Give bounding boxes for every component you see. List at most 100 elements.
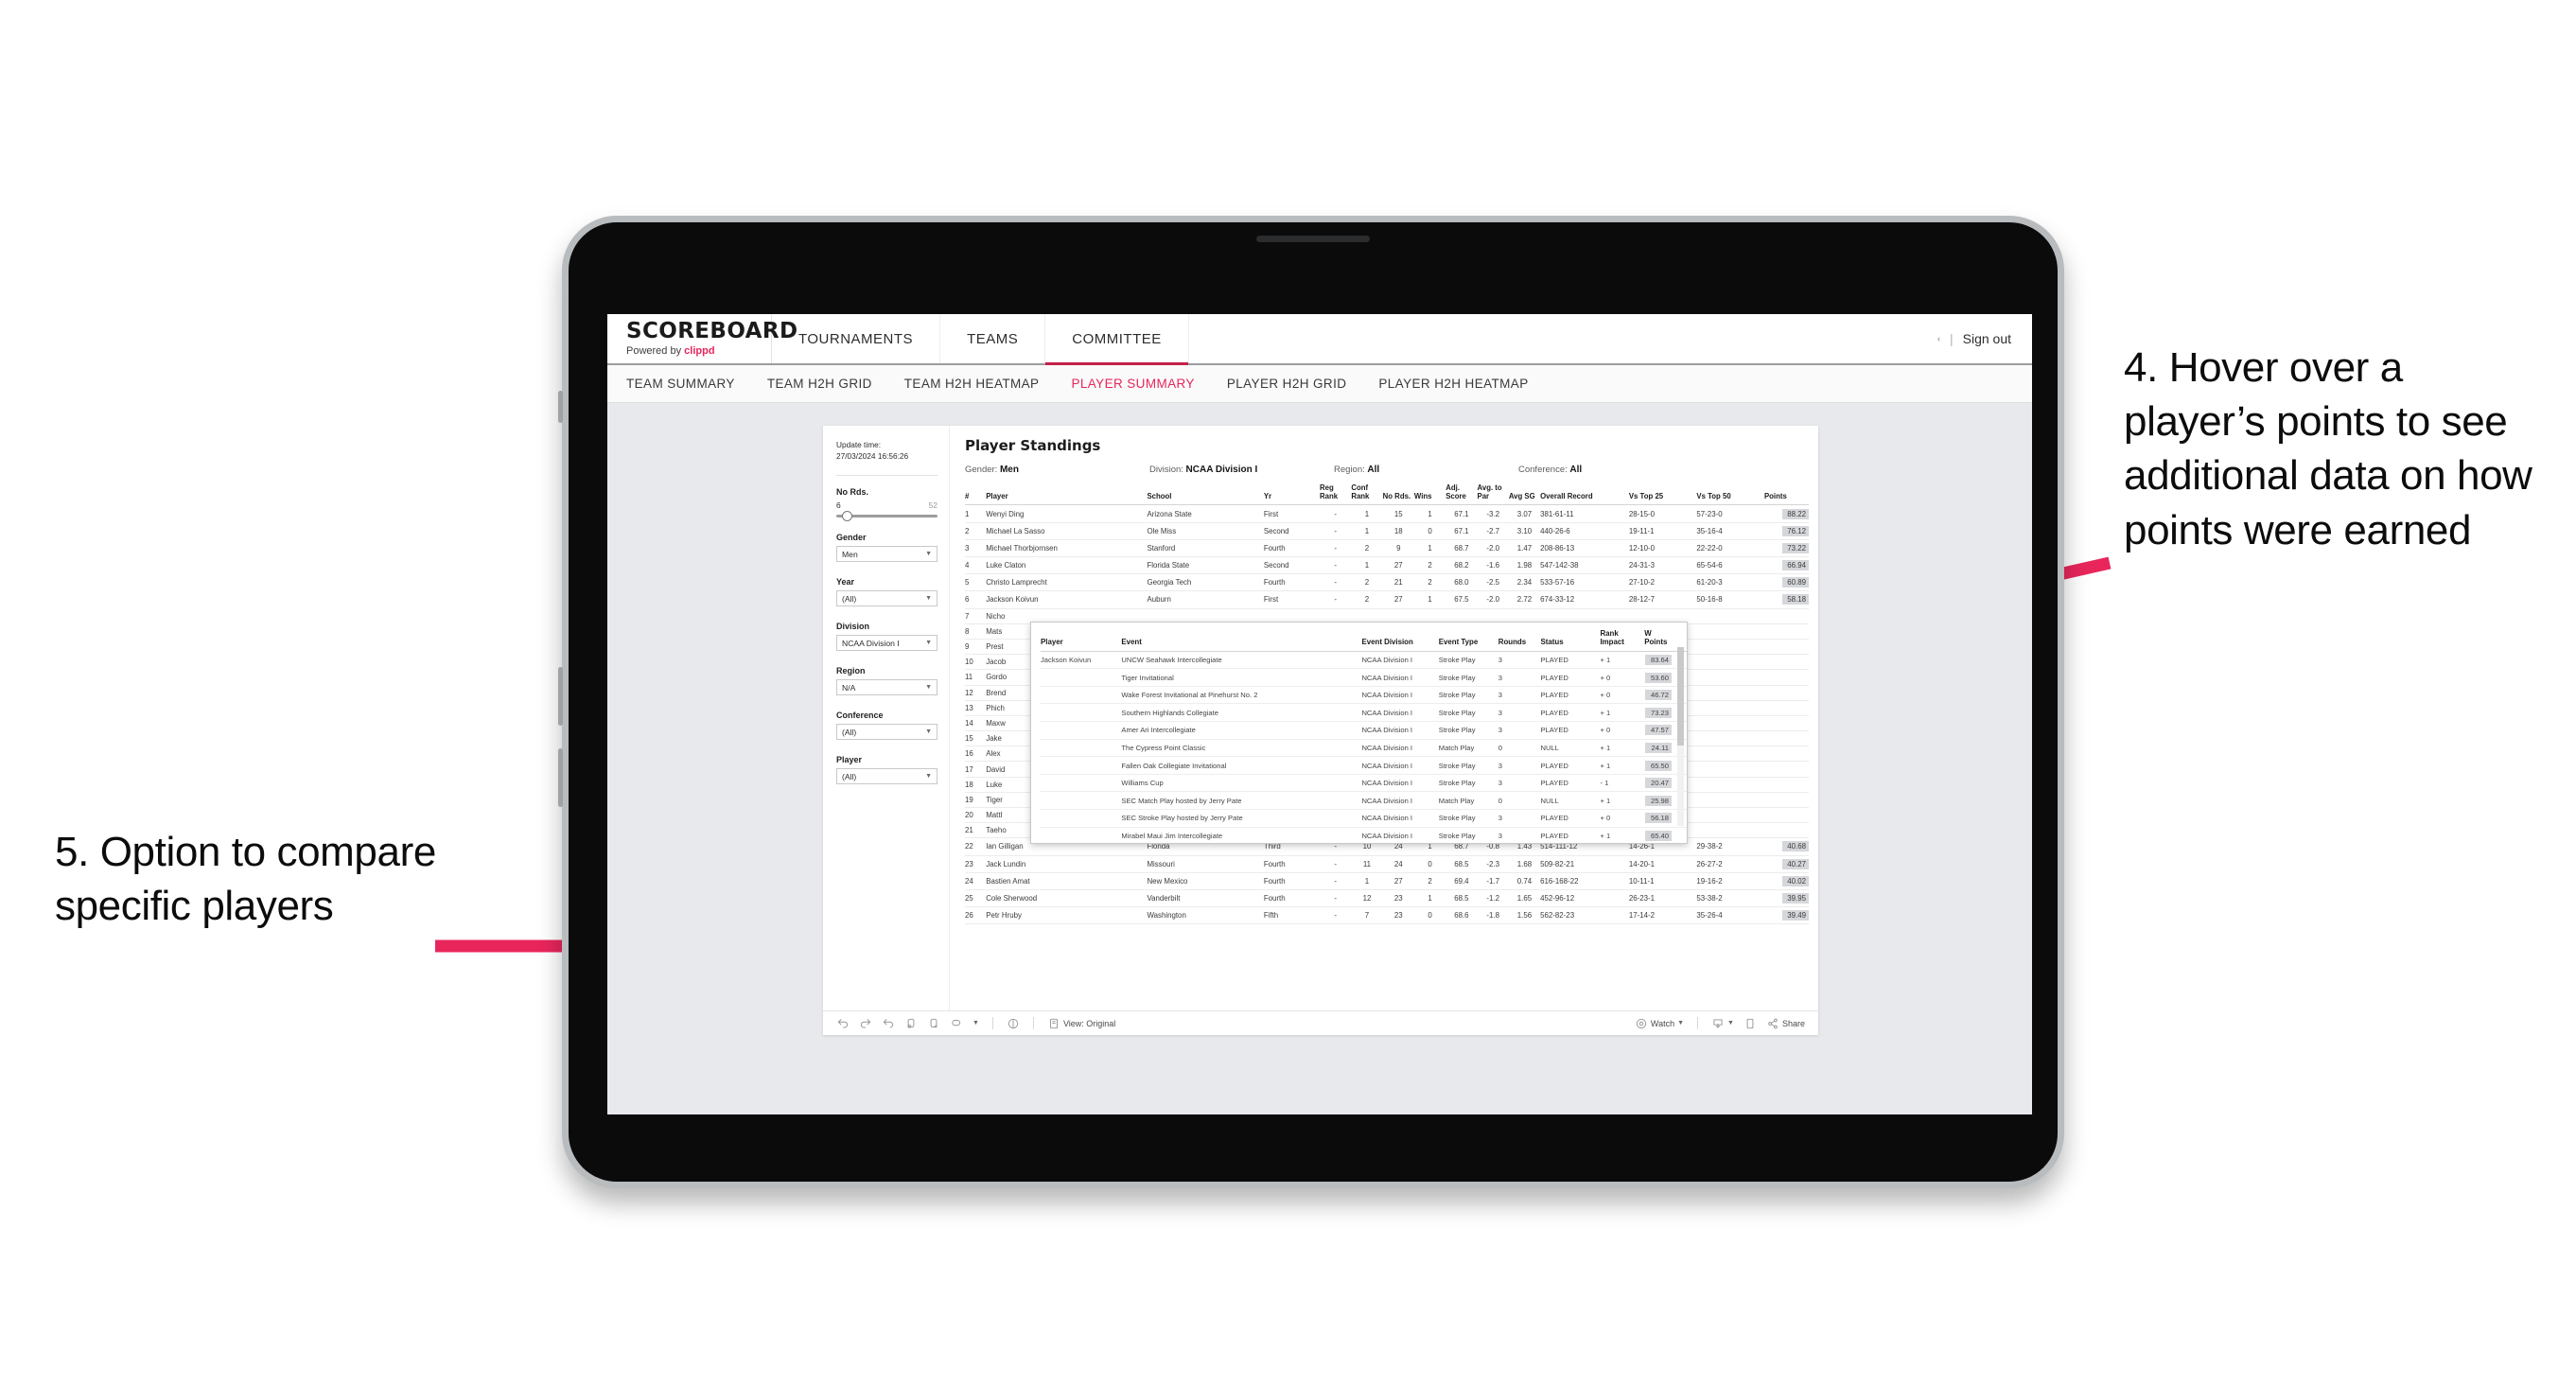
tab-team-h2h-grid[interactable]: TEAM H2H GRID (767, 377, 872, 391)
nav-item-committee[interactable]: COMMITTEE (1045, 314, 1189, 365)
standings-row[interactable]: 6 Jackson Koivun Auburn First -2 27 1 67.5 -2.0 2… (965, 590, 1809, 609)
col-points[interactable]: Points (1763, 484, 1809, 506)
cell-points[interactable]: 58.18 (1763, 590, 1809, 609)
tab-player-summary[interactable]: PLAYER SUMMARY (1071, 377, 1194, 391)
tip-col-rounds: Rounds (1498, 630, 1541, 652)
cell-points[interactable] (1763, 792, 1809, 809)
cell-points[interactable] (1763, 608, 1809, 624)
col-overall-record[interactable]: Overall Record (1540, 484, 1629, 506)
tip-cell-player (1041, 703, 1122, 723)
standings-row[interactable]: 2 Michael La Sasso Ole Miss Second -1 18 0 67.1… (965, 522, 1809, 540)
share-icon (1768, 1018, 1778, 1028)
cell-points[interactable] (1763, 715, 1809, 732)
standings-row[interactable]: 25 Cole Sherwood Vanderbilt Fourth -12 23 1 68.… (965, 889, 1809, 908)
share-button[interactable]: Share (1766, 1017, 1805, 1030)
standings-row[interactable]: 3 Michael Thorbjornsen Stanford Fourth -2 9 1 6… (965, 539, 1809, 558)
tab-player-h2h-heatmap[interactable]: PLAYER H2H HEATMAP (1378, 377, 1528, 391)
slider-track[interactable] (836, 511, 938, 522)
nav-item-tournaments[interactable]: TOURNAMENTS (772, 314, 941, 363)
cell-points[interactable] (1763, 746, 1809, 763)
col-reg-rank[interactable]: Reg Rank (1320, 483, 1352, 506)
cell-points[interactable]: 76.12 (1763, 522, 1809, 540)
cell-points[interactable] (1763, 700, 1809, 716)
col-rank[interactable]: # (965, 484, 987, 506)
standings-row[interactable]: 5 Christo Lamprecht Georgia Tech Fourth -2 21… (965, 573, 1809, 592)
filter-gender-select[interactable]: Men ▼ (836, 546, 938, 563)
cell-reg: - (1320, 556, 1352, 575)
tip-cell-event: SEC Match Play hosted by Jerry Pate (1121, 791, 1362, 811)
tab-team-h2h-heatmap[interactable]: TEAM H2H HEATMAP (904, 377, 1040, 391)
cell-points[interactable] (1763, 685, 1809, 701)
cell-points[interactable]: 40.68 (1763, 837, 1809, 856)
cell-points[interactable] (1763, 807, 1809, 824)
filter-division-select[interactable]: NCAA Division I ▼ (836, 635, 938, 652)
view-original-button[interactable]: View: Original (1047, 1017, 1115, 1030)
standings-row[interactable]: 23 Jack Lundin Missouri Fourth -11 24 0 68.5 -2.… (965, 855, 1809, 873)
col-yr[interactable]: Yr (1263, 484, 1321, 506)
standings-row[interactable]: 24 Bastien Amat New Mexico Fourth -1 27 2 69.4-… (965, 872, 1809, 890)
top-navigation-bar: SCOREBOARD Powered by clippd TOURNAMENTS… (607, 314, 2032, 365)
tab-player-h2h-grid[interactable]: PLAYER H2H GRID (1227, 377, 1347, 391)
filter-conference-select[interactable]: (All) ▼ (836, 724, 938, 741)
cell-reg: - (1320, 573, 1352, 592)
cell-points[interactable]: 40.27 (1763, 855, 1809, 873)
col-vs-top-50[interactable]: Vs Top 50 (1696, 484, 1764, 506)
device-layout-icon[interactable] (1744, 1017, 1757, 1030)
col-wins[interactable]: Wins (1413, 484, 1446, 506)
pause-icon[interactable] (1007, 1017, 1020, 1030)
cell-points[interactable] (1763, 822, 1809, 839)
redo-icon[interactable] (859, 1017, 872, 1030)
cell-points[interactable]: 39.95 (1763, 889, 1809, 908)
col-player[interactable]: Player (986, 484, 1148, 506)
filter-player-select[interactable]: (All) ▼ (836, 768, 938, 785)
cell-points[interactable] (1763, 761, 1809, 778)
standings-row[interactable]: 4 Luke Claton Florida State Second -1 27 2 68.2… (965, 556, 1809, 575)
cell-points[interactable] (1763, 654, 1809, 671)
col-conf-rank[interactable]: Conf Rank (1351, 483, 1383, 506)
cell-points[interactable]: 39.49 (1763, 906, 1809, 925)
cell-points[interactable] (1763, 639, 1809, 656)
refresh-data-icon[interactable] (904, 1017, 918, 1030)
undo-icon[interactable] (836, 1017, 850, 1030)
filter-year-select[interactable]: (All) ▼ (836, 590, 938, 607)
tab-team-summary[interactable]: TEAM SUMMARY (626, 377, 735, 391)
nav-item-teams[interactable]: TEAMS (940, 314, 1046, 363)
col-adj-score[interactable]: Adj. Score (1446, 483, 1478, 506)
pause-auto-update-icon[interactable] (927, 1017, 940, 1030)
cell-points[interactable] (1763, 730, 1809, 747)
cell-points[interactable]: 73.22 (1763, 539, 1809, 558)
highlight-icon[interactable] (950, 1017, 963, 1030)
chevron-down-icon[interactable]: ▼ (973, 1020, 979, 1026)
cell-points[interactable]: 88.22 (1763, 504, 1809, 523)
col-no-rds[interactable]: No Rds. (1382, 484, 1414, 506)
brand-logo[interactable]: SCOREBOARD Powered by clippd (607, 314, 797, 363)
cell-points[interactable] (1763, 777, 1809, 793)
tip-cell-rank-impact: + 1 (1600, 791, 1645, 811)
chevron-left-icon[interactable]: ‹ (1937, 334, 1940, 343)
col-avg-to-par[interactable]: Avg. to Par (1477, 483, 1509, 506)
cell-points[interactable]: 40.02 (1763, 872, 1809, 890)
standings-row[interactable]: 1 Wenyi Ding Arizona State First -1 15 1 67.1 -3… (965, 504, 1809, 523)
cell-points[interactable]: 60.89 (1763, 573, 1809, 592)
col-school[interactable]: School (1147, 484, 1264, 506)
tip-cell-rounds: 3 (1498, 721, 1541, 740)
cell-points[interactable] (1763, 623, 1809, 640)
cell-points[interactable] (1763, 669, 1809, 686)
cell-points[interactable]: 66.94 (1763, 556, 1809, 575)
col-vs-top-25[interactable]: Vs Top 25 (1628, 484, 1697, 506)
standings-row[interactable]: 26 Petr Hruby Washington Fifth -7 23 0 68.6 -1.8… (965, 906, 1809, 925)
watch-button[interactable]: Watch ▼ (1635, 1017, 1684, 1030)
chevron-down-icon: ▼ (925, 640, 932, 647)
download-button[interactable]: ▼ (1711, 1017, 1734, 1030)
revert-icon[interactable] (882, 1017, 895, 1030)
col-avg-sg[interactable]: Avg SG (1508, 484, 1541, 506)
slider-max-value: 52 (928, 500, 938, 511)
cell-yr: Fourth (1263, 855, 1321, 873)
filter-region-select[interactable]: N/A ▼ (836, 679, 938, 696)
tooltip-scrollbar-thumb[interactable] (1677, 647, 1684, 746)
tooltip-scrollbar[interactable] (1677, 647, 1684, 826)
meta-division: Division: NCAA Division I (1149, 465, 1334, 475)
sign-out-link[interactable]: Sign out (1963, 331, 2011, 346)
slider-handle[interactable] (842, 511, 852, 522)
tip-cell-status: PLAYED (1540, 703, 1601, 723)
